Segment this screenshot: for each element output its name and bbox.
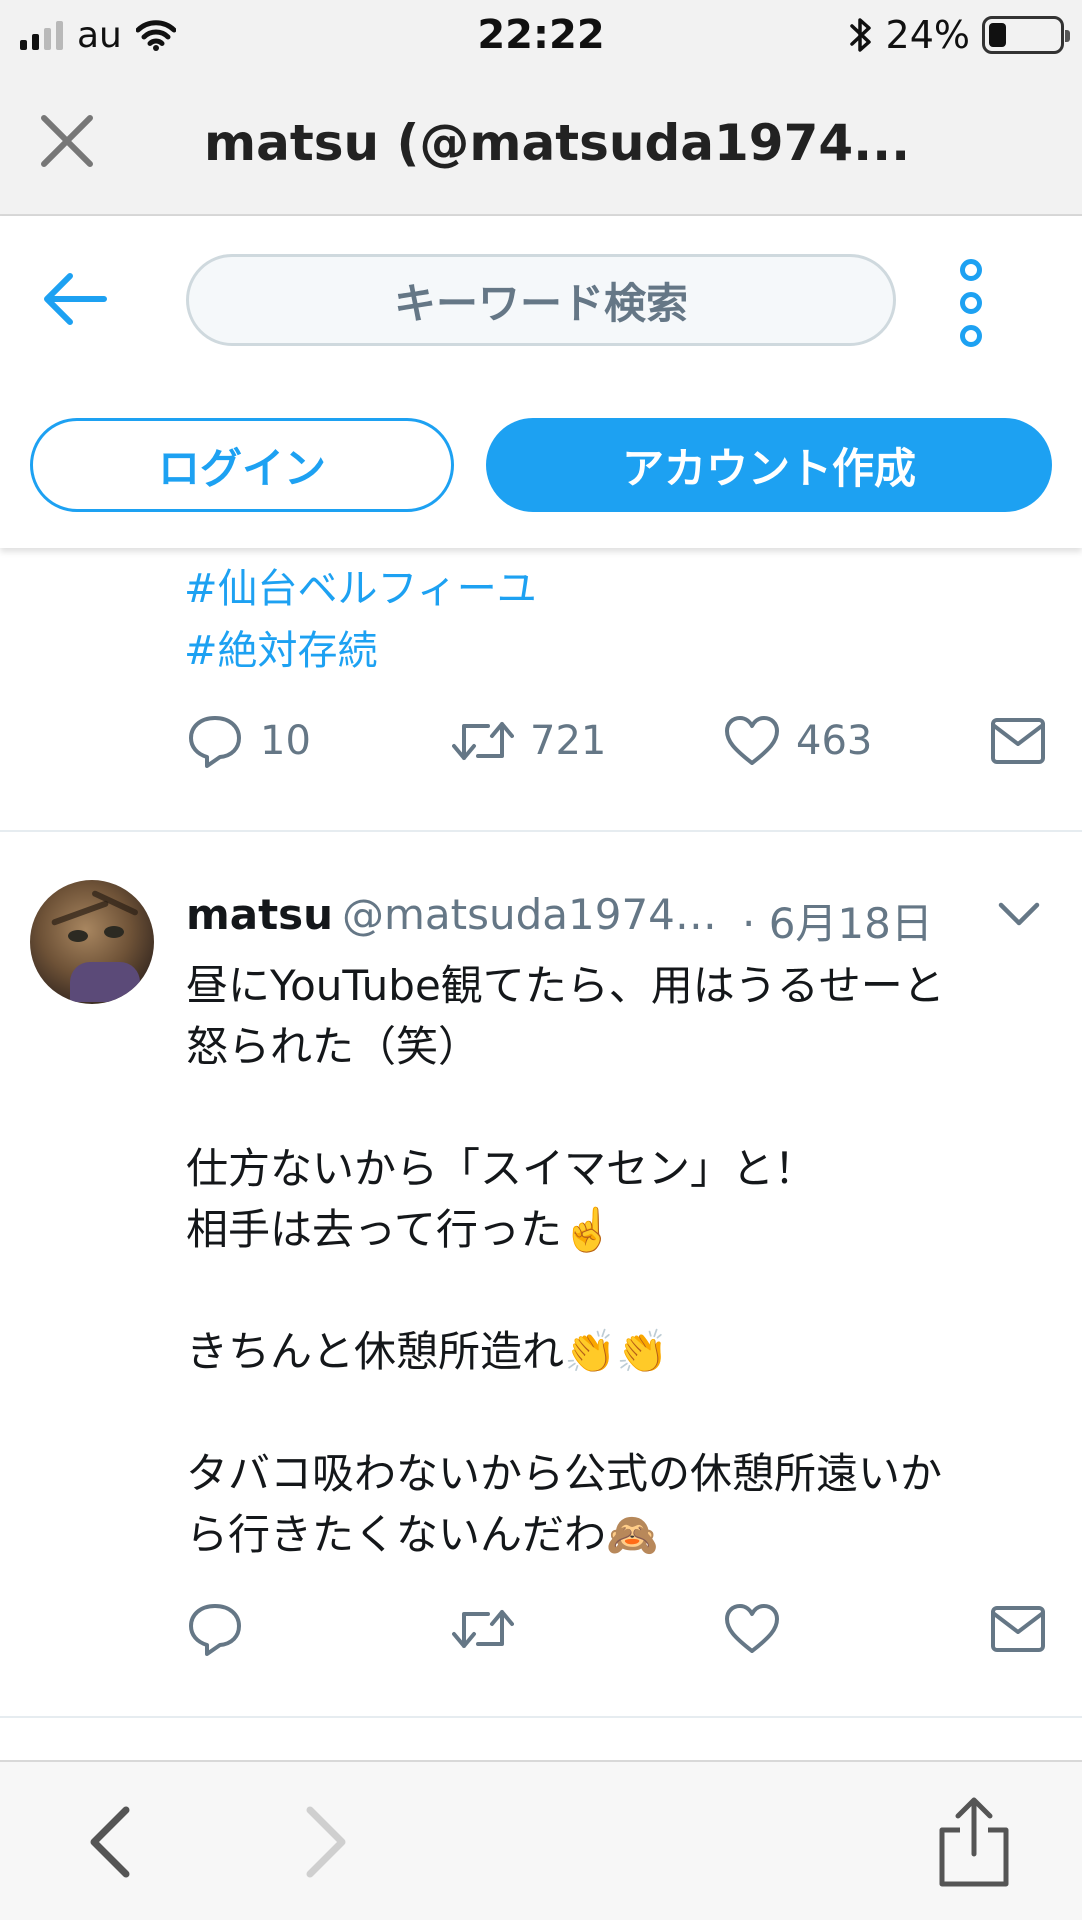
retweet-icon	[452, 722, 514, 760]
envelope-icon	[991, 718, 1045, 764]
tweet-line: 昼にYouTube観てたら、用はうるせーと	[186, 961, 945, 1010]
share-icon[interactable]	[934, 1794, 1014, 1890]
hashtag-link[interactable]: #絶対存続	[184, 618, 378, 676]
browser-title-bar: matsu (@matsuda1974...	[0, 70, 1082, 216]
reply-icon	[189, 716, 241, 768]
envelope-icon	[991, 1606, 1045, 1652]
chevron-right-icon	[306, 1806, 346, 1878]
tweet-line: 相手は去って行った☝️	[186, 1205, 615, 1254]
tweet-divider	[0, 830, 1082, 832]
screen: au 22:22 24% matsu (@matsuda1974... キーワー…	[0, 0, 1082, 1920]
tweet-text: 昼にYouTube観てたら、用はうるせーと 怒られた（笑） 仕方ないから「スイマ…	[186, 955, 1056, 1565]
direct-message-button[interactable]	[990, 706, 1046, 776]
tweet-line: タバコ吸わないから公式の休憩所遠いか	[186, 1449, 943, 1498]
tweet-line: 怒られた（笑）	[186, 1022, 481, 1071]
reply-icon	[189, 1604, 241, 1656]
tweet-header: matsu @matsuda1974… · 6月18日	[186, 884, 1056, 948]
retweet-icon	[452, 1610, 514, 1648]
like-button[interactable]: 463	[724, 706, 872, 776]
chevron-left-icon[interactable]	[80, 1802, 140, 1882]
reply-button[interactable]	[186, 1594, 244, 1664]
battery-fill	[989, 23, 1006, 47]
avatar[interactable]	[30, 880, 154, 1004]
tweet-line	[186, 1382, 1056, 1443]
twitter-header: キーワード検索 ログイン アカウント作成	[0, 216, 1082, 548]
tweet-line	[186, 1260, 1056, 1321]
heart-icon	[725, 716, 779, 765]
heart-icon	[725, 1604, 779, 1653]
search-placeholder: キーワード検索	[393, 278, 688, 328]
reply-button[interactable]: 10	[186, 706, 311, 776]
search-input[interactable]: キーワード検索	[186, 254, 896, 346]
tweet-actions: 10 721 463	[184, 706, 1056, 776]
direct-message-button[interactable]	[990, 1594, 1046, 1664]
retweet-button[interactable]: 721	[452, 706, 606, 776]
battery-percent: 24%	[885, 13, 970, 57]
tweet-line: きちんと休憩所造れ👏👏	[186, 1327, 669, 1376]
status-right: 24%	[848, 13, 1070, 57]
login-button[interactable]: ログイン	[30, 418, 454, 512]
status-bar: au 22:22 24%	[0, 0, 1082, 70]
page-title: matsu (@matsuda1974...	[204, 114, 911, 172]
tweet-line	[186, 1077, 1056, 1138]
back-arrow-icon[interactable]	[42, 270, 108, 328]
tweet-line: 仕方ないから「スイマセン」と！	[186, 1144, 817, 1193]
battery-icon	[982, 16, 1070, 54]
tweet-line: ら行きたくないんだわ🙈	[186, 1510, 659, 1559]
like-count: 463	[796, 718, 873, 764]
tweet-actions	[184, 1594, 1056, 1664]
retweet-count: 721	[530, 718, 607, 764]
more-options-icon[interactable]	[954, 258, 988, 348]
reply-count: 10	[260, 718, 311, 764]
close-icon[interactable]	[36, 110, 98, 172]
display-name[interactable]: matsu	[186, 890, 333, 939]
hashtag-link[interactable]: #仙台ベルフィーユ	[184, 556, 537, 614]
create-account-button[interactable]: アカウント作成	[486, 418, 1052, 512]
chevron-down-icon[interactable]	[996, 896, 1042, 932]
like-button[interactable]	[724, 1594, 780, 1664]
bluetooth-icon	[849, 18, 871, 52]
tweet-divider	[0, 1716, 1082, 1718]
browser-toolbar	[0, 1760, 1082, 1920]
tweet-date[interactable]: · 6月18日	[742, 890, 933, 951]
user-handle[interactable]: @matsuda1974…	[342, 890, 717, 939]
retweet-button[interactable]	[452, 1594, 514, 1664]
